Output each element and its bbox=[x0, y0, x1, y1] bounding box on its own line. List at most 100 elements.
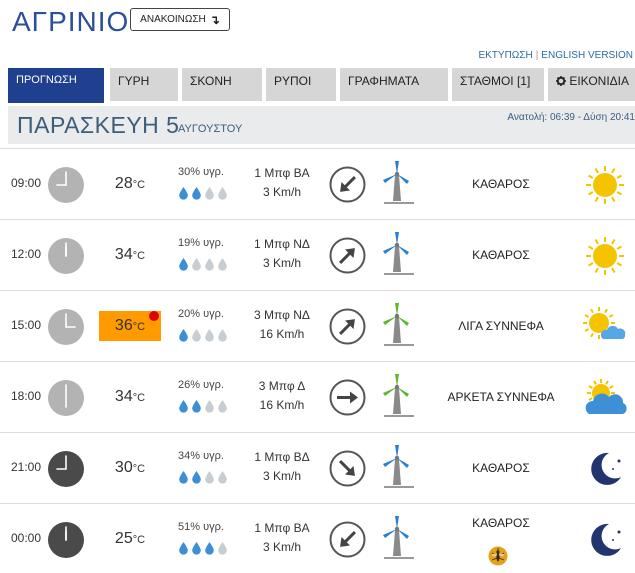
tab-label: ΠΡΟΓΝΩΣΗ bbox=[16, 74, 77, 86]
tab-pollutants[interactable]: ΡΥΠΟΙ bbox=[266, 68, 336, 101]
sun-icon bbox=[581, 234, 629, 278]
wind-speed: 3 Km/h bbox=[262, 469, 301, 483]
humidity-drops bbox=[178, 470, 228, 489]
forecast-row: 12:00 34°C 19% υγρ. 1 Μπφ ΝΔ 3 Km/h ΚΑΘΑΡ… bbox=[0, 219, 635, 290]
humidity-drop-icon bbox=[178, 399, 189, 418]
top-links: ΕΚΤΥΠΩΣΗ | ENGLISH VERSION bbox=[478, 50, 633, 61]
heat-alert-icon[interactable] bbox=[149, 311, 159, 321]
wind-speed: 3 Km/h bbox=[262, 256, 301, 270]
wind-info: 3 Μπφ Δ 16 Km/h bbox=[238, 377, 326, 415]
tab-bar: ΠΡΟΓΝΩΣΗ ΓΥΡΗ ΣΚΟΝΗ ΡΥΠΟΙ ΓΡΑΦΗΜΑΤΑ ΣΤΑΘ… bbox=[8, 68, 635, 103]
tab-label: ΓΥΡΗ bbox=[118, 74, 150, 88]
print-link[interactable]: ΕΚΤΥΠΩΣΗ bbox=[478, 50, 532, 61]
english-version-link[interactable]: ENGLISH VERSION bbox=[541, 50, 633, 61]
humidity-drops bbox=[178, 328, 228, 347]
temperature-value: 34 bbox=[114, 388, 133, 405]
temperature: 36°C bbox=[99, 311, 161, 341]
wind-force: 1 Μπφ ΒΔ bbox=[254, 450, 310, 464]
tab-stations[interactable]: ΣΤΑΘΜΟΙ [1] bbox=[452, 68, 544, 101]
wind-turbine-icon bbox=[378, 514, 416, 562]
wind-direction-icon bbox=[329, 379, 366, 416]
humidity-drops bbox=[178, 541, 228, 560]
day-header: ΠΑΡΑΣΚΕΥΗ 5 ΑΥΓΟΥΣΤΟΥ Ανατολή: 06:39 - Δ… bbox=[8, 106, 635, 144]
temperature-unit: °C bbox=[132, 321, 146, 333]
humidity-label: 34% υγρ. bbox=[178, 450, 224, 462]
wind-direction-icon bbox=[329, 308, 366, 345]
tab-label: ΡΥΠΟΙ bbox=[274, 74, 312, 88]
announcement-button[interactable]: ΑΝΑΚΟΙΝΩΣΗ ↴ bbox=[130, 8, 230, 31]
cloud-sun-icon bbox=[581, 376, 629, 420]
wind-force: 1 Μπφ ΝΔ bbox=[254, 237, 310, 251]
row-time: 15:00 bbox=[11, 318, 42, 332]
row-time: 12:00 bbox=[11, 247, 42, 261]
row-time: 18:00 bbox=[11, 389, 42, 403]
humidity-drops bbox=[178, 186, 228, 205]
humidity-drop-icon bbox=[191, 541, 202, 560]
moon-icon bbox=[581, 447, 629, 491]
wind-info: 1 Μπφ ΝΔ 3 Km/h bbox=[238, 235, 326, 273]
temperature-unit: °C bbox=[132, 534, 146, 546]
wind-turbine-icon bbox=[378, 372, 416, 420]
temperature: 34°C bbox=[99, 240, 161, 270]
announcement-label: ΑΝΑΚΟΙΝΩΣΗ bbox=[140, 14, 206, 25]
humidity-drop-icon bbox=[178, 328, 189, 347]
humidity-drop-icon bbox=[204, 328, 215, 347]
humidity-label: 19% υγρ. bbox=[178, 237, 224, 249]
humidity-drop-icon bbox=[191, 257, 202, 276]
humidity-drops bbox=[178, 399, 228, 418]
humidity-drop-icon bbox=[191, 186, 202, 205]
clock-icon bbox=[47, 166, 85, 204]
row-time: 21:00 bbox=[11, 460, 42, 474]
humidity-drop-icon bbox=[204, 186, 215, 205]
wind-turbine-icon bbox=[378, 230, 416, 278]
row-time: 00:00 bbox=[11, 531, 42, 545]
condition-label: ΑΡΚΕΤΑ ΣΥΝΝΕΦΑ bbox=[447, 390, 555, 404]
forecast-row: 09:00 28°C 30% υγρ. 1 Μπφ ΒΑ 3 Km/h ΚΑΘΑΡ… bbox=[0, 148, 635, 219]
clock-icon bbox=[47, 379, 85, 417]
wind-force: 1 Μπφ ΒΑ bbox=[254, 166, 310, 180]
tab-pollen[interactable]: ΓΥΡΗ bbox=[110, 68, 178, 101]
sunrise-sunset: Ανατολή: 06:39 - Δύση 20:41 bbox=[507, 112, 635, 123]
temperature-value: 25 bbox=[114, 530, 133, 547]
wind-speed: 16 Km/h bbox=[259, 327, 305, 341]
humidity-drop-icon bbox=[178, 470, 189, 489]
wind-direction-icon bbox=[329, 450, 366, 487]
humidity-drop-icon bbox=[178, 257, 189, 276]
tab-icons[interactable]: ΕΙΚΟΝΙΔΙΑ bbox=[548, 68, 635, 101]
temperature: 28°C bbox=[99, 169, 161, 199]
condition-label: ΚΑΘΑΡΟΣ bbox=[472, 248, 530, 262]
wind-turbine-icon bbox=[378, 159, 416, 207]
tab-label: ΣΤΑΘΜΟΙ [1] bbox=[460, 74, 531, 88]
temperature: 30°C bbox=[99, 453, 161, 483]
wind-turbine-icon bbox=[378, 443, 416, 491]
humidity-label: 26% υγρ. bbox=[178, 379, 224, 391]
temperature-value: 34 bbox=[114, 246, 133, 263]
wind-info: 1 Μπφ ΒΑ 3 Km/h bbox=[238, 164, 326, 202]
tab-dust[interactable]: ΣΚΟΝΗ bbox=[182, 68, 262, 101]
temperature: 34°C bbox=[99, 382, 161, 412]
humidity-label: 20% υγρ. bbox=[178, 308, 224, 320]
humidity-drop-icon bbox=[204, 257, 215, 276]
humidity-drop-icon bbox=[178, 186, 189, 205]
wind-turbine-icon bbox=[378, 301, 416, 349]
condition-label: ΚΑΘΑΡΟΣ bbox=[472, 177, 530, 191]
humidity-drop-icon bbox=[217, 328, 228, 347]
forecast-row: 21:00 30°C 34% υγρ. 1 Μπφ ΒΔ 3 Km/h ΚΑΘΑΡ… bbox=[0, 432, 635, 503]
moon-icon bbox=[581, 518, 629, 562]
sun-icon bbox=[581, 163, 629, 207]
tab-forecast[interactable]: ΠΡΟΓΝΩΣΗ bbox=[8, 68, 104, 103]
clock-icon bbox=[47, 308, 85, 346]
mosquito-icon[interactable] bbox=[488, 546, 508, 566]
wind-force: 3 Μπφ Δ bbox=[258, 379, 306, 393]
condition-label: ΚΑΘΑΡΟΣ bbox=[472, 461, 530, 475]
temperature-unit: °C bbox=[132, 179, 146, 191]
temperature: 25°C bbox=[99, 524, 161, 554]
wind-direction-icon bbox=[329, 237, 366, 274]
tab-charts[interactable]: ΓΡΑΦΗΜΑΤΑ bbox=[340, 68, 448, 101]
humidity-drop-icon bbox=[191, 399, 202, 418]
condition-label: ΛΙΓΑ ΣΥΝΝΕΦΑ bbox=[458, 319, 544, 333]
clock-icon bbox=[47, 237, 85, 275]
wind-info: 1 Μπφ ΒΑ 3 Km/h bbox=[238, 519, 326, 557]
humidity-drop-icon bbox=[217, 186, 228, 205]
wind-speed: 16 Km/h bbox=[259, 398, 305, 412]
